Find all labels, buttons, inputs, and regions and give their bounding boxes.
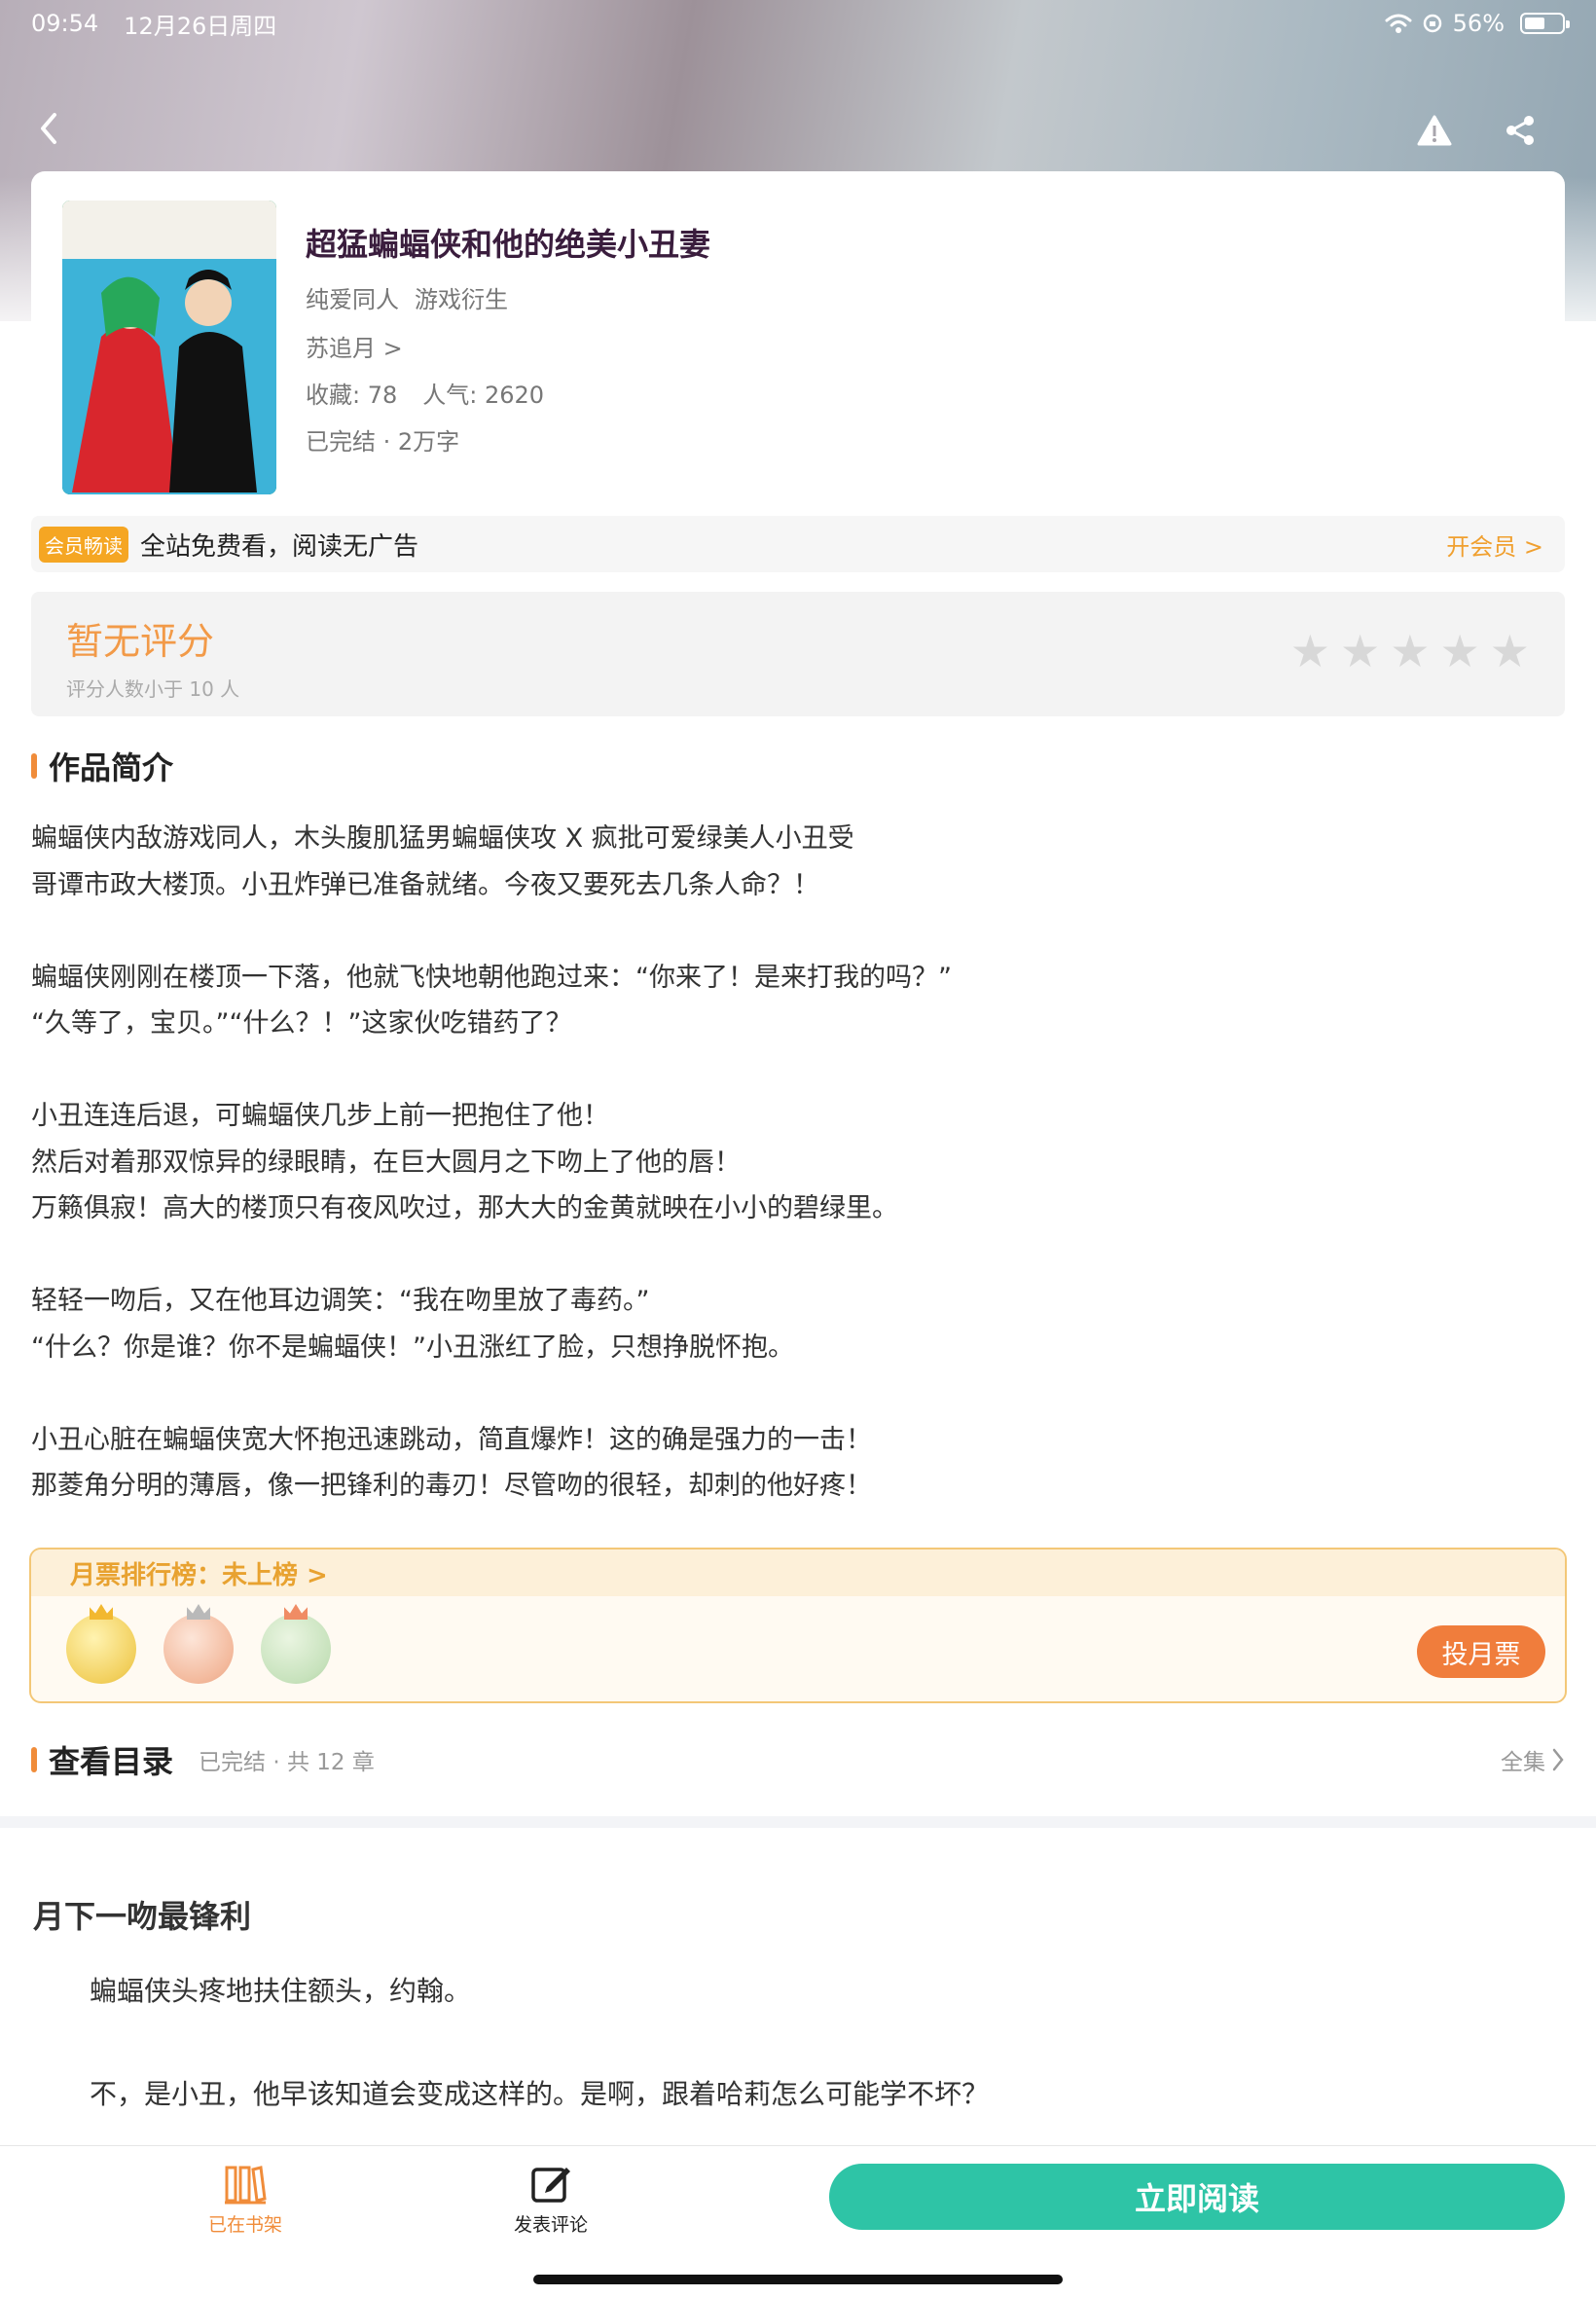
- synopsis-line: 小丑连连后退，可蝙蝠侠几步上前一把抱住了他！: [31, 1101, 609, 1131]
- synopsis-line: 轻轻一吻后，又在他耳边调笑：“我在吻里放了毒药。”: [31, 1286, 650, 1316]
- star-icon[interactable]: ★: [1390, 629, 1430, 674]
- synopsis-line: [31, 1232, 1549, 1279]
- gold-medal-icon: [66, 1614, 136, 1684]
- rating-score: 暂无评分: [66, 620, 215, 663]
- ranking-medals: [66, 1614, 331, 1684]
- shelf-tab[interactable]: 已在书架: [167, 2164, 323, 2237]
- book-tag[interactable]: 纯爱同人: [306, 280, 399, 314]
- book-cover[interactable]: [62, 201, 276, 494]
- synopsis-line: 蝙蝠侠刚刚在楼顶一下落，他就飞快地朝他跑过来：“你来了！是来打我的吗？”: [31, 962, 952, 993]
- star-icon[interactable]: ★: [1490, 629, 1530, 674]
- section-divider: [0, 1816, 1596, 1828]
- chapter-paragraph: 蝙蝠侠头疼地扶住额头，约翰。: [90, 1975, 472, 2007]
- warning-icon: [1417, 115, 1452, 146]
- home-indicator: [533, 2275, 1063, 2284]
- synopsis-line: 然后对着那双惊异的绿眼睛，在巨大圆月之下吻上了他的唇！: [31, 1147, 741, 1178]
- comment-tab[interactable]: 发表评论: [473, 2164, 629, 2237]
- rating-stars[interactable]: ★ ★ ★ ★ ★: [1290, 629, 1530, 674]
- battery-percent: 56%: [1452, 10, 1505, 37]
- star-icon[interactable]: ★: [1290, 629, 1330, 674]
- status-indicators: 56%: [1385, 10, 1570, 37]
- synopsis-line: 那菱角分明的薄唇，像一把锋利的毒刃！尽管吻的很轻，却刺的他好疼！: [31, 1471, 872, 1501]
- chapter-paragraph: 不，是小丑，他早该知道会变成这样的。是啊，跟着哈莉怎么可能学不坏？: [90, 2078, 990, 2110]
- toc-meta: 已完结 · 共 12 章: [199, 1750, 375, 1775]
- vip-badge: 会员畅读: [39, 526, 128, 563]
- vip-banner[interactable]: 会员畅读 全站免费看，阅读无广告 开会员 >: [31, 516, 1565, 572]
- book-info-card: 超猛蝙蝠侠和他的绝美小丑妻 纯爱同人 游戏衍生 苏追月 > 收藏: 78 人气:…: [31, 171, 1565, 502]
- wifi-icon: [1385, 14, 1412, 33]
- open-vip-link[interactable]: 开会员 >: [1446, 528, 1543, 562]
- synopsis-line: [31, 1370, 1549, 1417]
- share-button[interactable]: [1499, 109, 1542, 152]
- star-icon[interactable]: ★: [1440, 629, 1480, 674]
- synopsis-heading: 作品简介: [31, 744, 173, 788]
- chapter-title: 月下一吻最锋利: [33, 1898, 252, 1935]
- book-tag[interactable]: 游戏衍生: [415, 280, 508, 314]
- chevron-left-icon: [41, 113, 56, 144]
- synopsis-line: 小丑心脏在蝙蝠侠宽大怀抱迅速跳动，简直爆炸！这的确是强力的一击！: [31, 1424, 872, 1455]
- chevron-right-icon: [1552, 1748, 1564, 1771]
- comment-tab-label: 发表评论: [513, 2214, 588, 2236]
- popularity-count: 人气: 2620: [422, 382, 545, 409]
- favorites-count: 收藏: 78: [306, 382, 398, 409]
- bottom-action-bar: 已在书架 发表评论 立即阅读: [0, 2145, 1596, 2297]
- status-date: 12月26日周四: [124, 12, 277, 40]
- accent-bar: [31, 753, 37, 779]
- read-now-button[interactable]: 立即阅读: [829, 2164, 1565, 2230]
- rating-note: 评分人数小于 10 人: [66, 677, 240, 701]
- cover-illustration: [62, 201, 276, 494]
- book-title: 超猛蝙蝠侠和他的绝美小丑妻: [306, 226, 711, 263]
- top-nav: [0, 97, 1596, 160]
- bronze-medal-icon: [261, 1614, 331, 1684]
- shelf-tab-label: 已在书架: [207, 2214, 282, 2236]
- synopsis-line: 哥谭市政大楼顶。小丑炸弹已准备就绪。今夜又要死去几条人命？！: [31, 869, 819, 900]
- synopsis-line: 蝙蝠侠内敌游戏同人，木头腹肌猛男蝙蝠侠攻 X 疯批可爱绿美人小丑受: [31, 823, 854, 854]
- bookshelf-icon: [225, 2166, 267, 2205]
- status-time: 09:54: [31, 10, 99, 37]
- synopsis-line: [31, 908, 1549, 955]
- star-icon[interactable]: ★: [1340, 629, 1380, 674]
- synopsis-line: “久等了，宝贝。”“什么？！”这家伙吃错药了？: [31, 1008, 572, 1039]
- book-tags: 纯爱同人 游戏衍生: [306, 280, 508, 314]
- book-stats: 收藏: 78 人气: 2620: [306, 376, 544, 410]
- synopsis-title: 作品简介: [49, 749, 174, 786]
- battery-icon: [1520, 13, 1570, 34]
- battery-level: [1525, 18, 1544, 29]
- synopsis-line: “什么？你是谁？你不是蝙蝠侠！”小丑涨红了脸，只想挣脱怀抱。: [31, 1331, 794, 1363]
- toc-all-link[interactable]: 全集: [1501, 1743, 1565, 1776]
- vip-text: 全站免费看，阅读无广告: [140, 531, 419, 562]
- silver-medal-icon: [163, 1614, 234, 1684]
- toc-title: 查看目录: [49, 1743, 174, 1780]
- status-bar: 09:54 12月26日周四 56%: [0, 0, 1596, 47]
- toc-all-label: 全集: [1501, 1750, 1545, 1775]
- monthly-ticket-panel: 月票排行榜：未上榜 > 投月票: [29, 1548, 1567, 1703]
- vote-ticket-button[interactable]: 投月票: [1417, 1625, 1545, 1678]
- synopsis-body: 蝙蝠侠内敌游戏同人，木头腹肌猛男蝙蝠侠攻 X 疯批可爱绿美人小丑受 哥谭市政大楼…: [31, 816, 1549, 1510]
- back-button[interactable]: [27, 107, 70, 150]
- accent-bar: [31, 1747, 37, 1772]
- table-of-contents-row[interactable]: 查看目录 已完结 · 共 12 章 全集: [31, 1732, 1565, 1787]
- ticket-ranking-link[interactable]: 月票排行榜：未上榜 >: [31, 1550, 1565, 1596]
- report-button[interactable]: [1413, 109, 1456, 152]
- book-status: 已完结 · 2万字: [306, 428, 460, 456]
- lock-rotation-icon: [1423, 14, 1441, 33]
- share-icon: [1506, 116, 1534, 145]
- rating-panel: 暂无评分 评分人数小于 10 人 ★ ★ ★ ★ ★: [31, 592, 1565, 716]
- synopsis-line: 万籁俱寂！高大的楼顶只有夜风吹过，那大大的金黄就映在小小的碧绿里。: [31, 1193, 898, 1223]
- edit-icon: [531, 2168, 570, 2203]
- synopsis-line: [31, 1047, 1549, 1094]
- author-link[interactable]: 苏追月 >: [306, 329, 403, 363]
